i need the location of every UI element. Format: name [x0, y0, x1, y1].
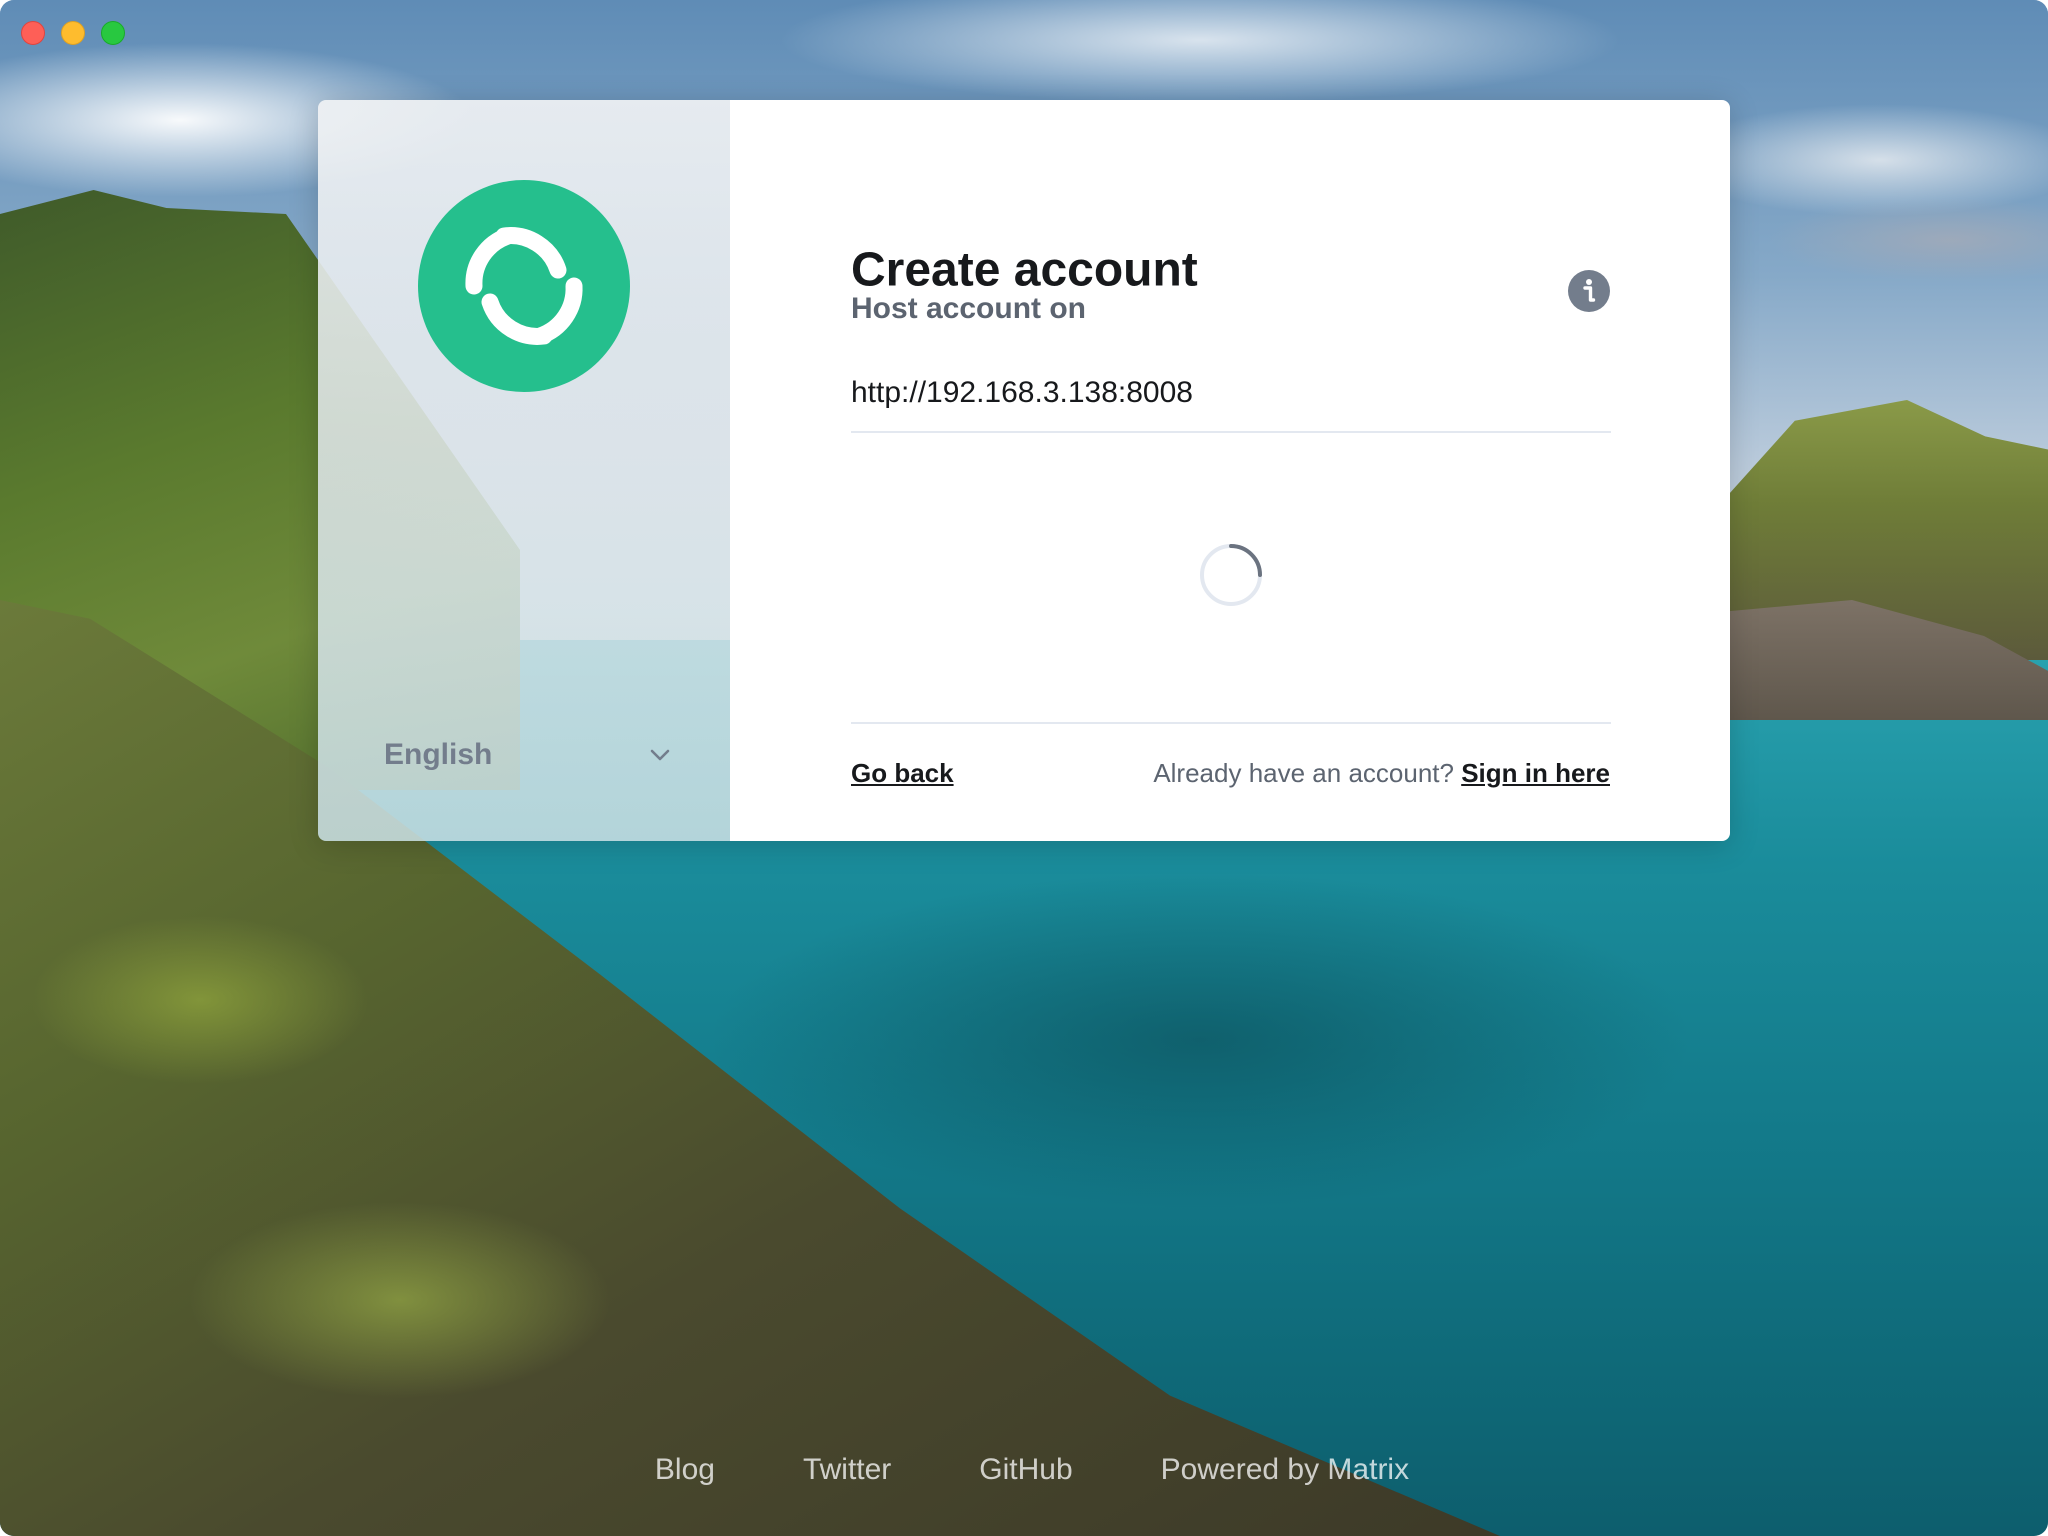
footer-link-matrix[interactable]: Powered by Matrix [1161, 1453, 1409, 1487]
language-dropdown[interactable]: English [384, 730, 674, 780]
footer-link-github[interactable]: GitHub [979, 1453, 1072, 1487]
already-have-account-text: Already have an account? [1153, 758, 1462, 788]
loading-spinner-icon [1199, 543, 1263, 607]
footer-link-blog[interactable]: Blog [655, 1453, 715, 1487]
auth-card: English Create account Host account on h… [318, 100, 1730, 841]
server-url: http://192.168.3.138:8008 [851, 376, 1193, 409]
footer-links: Blog Twitter GitHub Powered by Matrix [0, 1453, 2048, 1487]
window-maximize-button[interactable] [101, 21, 125, 45]
chevron-down-icon [646, 741, 674, 769]
element-logo-glyph [465, 227, 583, 345]
host-account-label: Host account on [851, 292, 1087, 325]
auth-card-body: Create account Host account on http://19… [730, 100, 1730, 841]
info-icon[interactable] [1568, 270, 1610, 312]
language-label: English [384, 738, 493, 771]
go-back-link[interactable]: Go back [851, 758, 954, 789]
sign-in-prompt: Already have an account? Sign in here [1153, 758, 1610, 789]
auth-card-sidebar: English [318, 100, 730, 841]
sign-in-link[interactable]: Sign in here [1461, 758, 1610, 788]
divider [851, 722, 1611, 724]
window-minimize-button[interactable] [61, 21, 85, 45]
window-close-button[interactable] [21, 21, 45, 45]
footer-link-twitter[interactable]: Twitter [803, 1453, 891, 1487]
page-title: Create account [851, 243, 1198, 297]
app-window: English Create account Host account on h… [0, 0, 2048, 1536]
divider [851, 431, 1611, 433]
element-logo-icon [418, 180, 630, 392]
